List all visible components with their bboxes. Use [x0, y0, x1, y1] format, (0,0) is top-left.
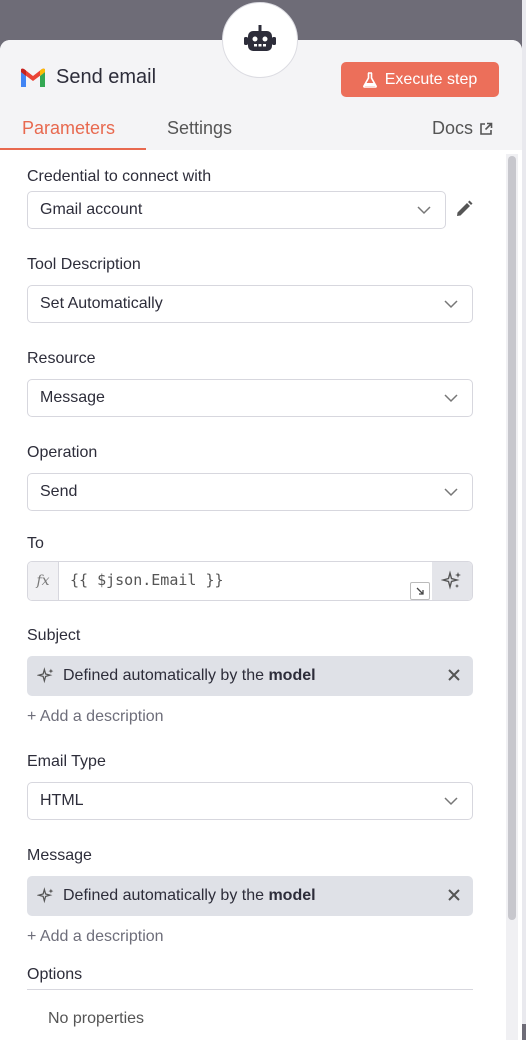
auto-bold: model: [268, 667, 316, 684]
chevron-down-icon: [444, 488, 458, 497]
operation-label: Operation: [27, 444, 98, 461]
resource-value: Message: [40, 389, 105, 406]
email-type-label: Email Type: [27, 753, 106, 770]
flask-icon: [362, 71, 377, 88]
message-add-description-link[interactable]: + Add a description: [27, 928, 164, 946]
resource-label: Resource: [27, 350, 96, 367]
close-icon[interactable]: [445, 886, 463, 904]
email-type-value: HTML: [40, 792, 84, 809]
subject-auto-text: Defined automatically by the model: [63, 667, 316, 685]
chevron-down-icon: [444, 394, 458, 403]
email-type-select[interactable]: HTML: [27, 782, 473, 820]
to-expression-value: {{ $json.Email }}: [70, 571, 224, 589]
subject-add-description-link[interactable]: + Add a description: [27, 708, 164, 726]
to-expression-input[interactable]: fx {{ $json.Email }}: [27, 561, 473, 601]
operation-select[interactable]: Send: [27, 473, 473, 511]
fx-icon: fx: [28, 562, 59, 600]
node-title[interactable]: Send email: [56, 66, 156, 89]
active-tab-indicator: [0, 148, 146, 150]
message-label: Message: [27, 847, 92, 864]
node-panel: Send email Execute step Parameters Setti…: [0, 40, 522, 1040]
auto-bold: model: [268, 887, 316, 904]
sparkles-icon: [441, 570, 461, 590]
sparkles-icon: [37, 887, 54, 904]
tool-description-select[interactable]: Set Automatically: [27, 285, 473, 323]
sparkles-icon: [37, 667, 54, 684]
operation-value: Send: [40, 483, 78, 500]
subject-label: Subject: [27, 627, 81, 644]
to-label: To: [27, 535, 44, 552]
execute-step-button[interactable]: Execute step: [341, 62, 499, 97]
options-divider: [27, 989, 473, 990]
title-row: Send email: [20, 66, 156, 89]
gmail-icon: [21, 68, 45, 87]
resource-select[interactable]: Message: [27, 379, 473, 417]
close-icon[interactable]: [445, 666, 463, 684]
scrollbar-thumb[interactable]: [508, 156, 516, 920]
docs-label: Docs: [432, 118, 474, 138]
options-label: Options: [27, 966, 83, 983]
expand-icon[interactable]: [410, 582, 430, 600]
external-link-icon: [480, 122, 493, 135]
docs-link[interactable]: Docs: [432, 118, 493, 139]
pencil-icon[interactable]: [455, 200, 473, 218]
tab-settings[interactable]: Settings: [167, 118, 232, 139]
execute-step-label: Execute step: [384, 70, 478, 88]
credential-label: Credential to connect with: [27, 168, 212, 185]
tool-description-label: Tool Description: [27, 256, 141, 273]
chevron-down-icon: [417, 206, 431, 215]
message-auto-text: Defined automatically by the model: [63, 887, 316, 905]
chevron-down-icon: [444, 300, 458, 309]
subject-auto-field[interactable]: Defined automatically by the model: [27, 656, 473, 696]
tab-parameters[interactable]: Parameters: [22, 118, 115, 139]
message-auto-field[interactable]: Defined automatically by the model: [27, 876, 473, 916]
scroll-edge: [522, 0, 526, 1024]
ai-suggest-button[interactable]: [432, 562, 472, 600]
robot-icon: [244, 25, 276, 51]
auto-prefix: Defined automatically by the: [63, 667, 264, 684]
auto-prefix: Defined automatically by the: [63, 887, 264, 904]
credential-value: Gmail account: [40, 201, 143, 218]
node-robot-badge: [222, 2, 298, 78]
no-properties-text: No properties: [48, 1010, 145, 1027]
credential-select[interactable]: Gmail account: [27, 191, 446, 229]
tool-description-value: Set Automatically: [40, 295, 163, 312]
chevron-down-icon: [444, 797, 458, 806]
